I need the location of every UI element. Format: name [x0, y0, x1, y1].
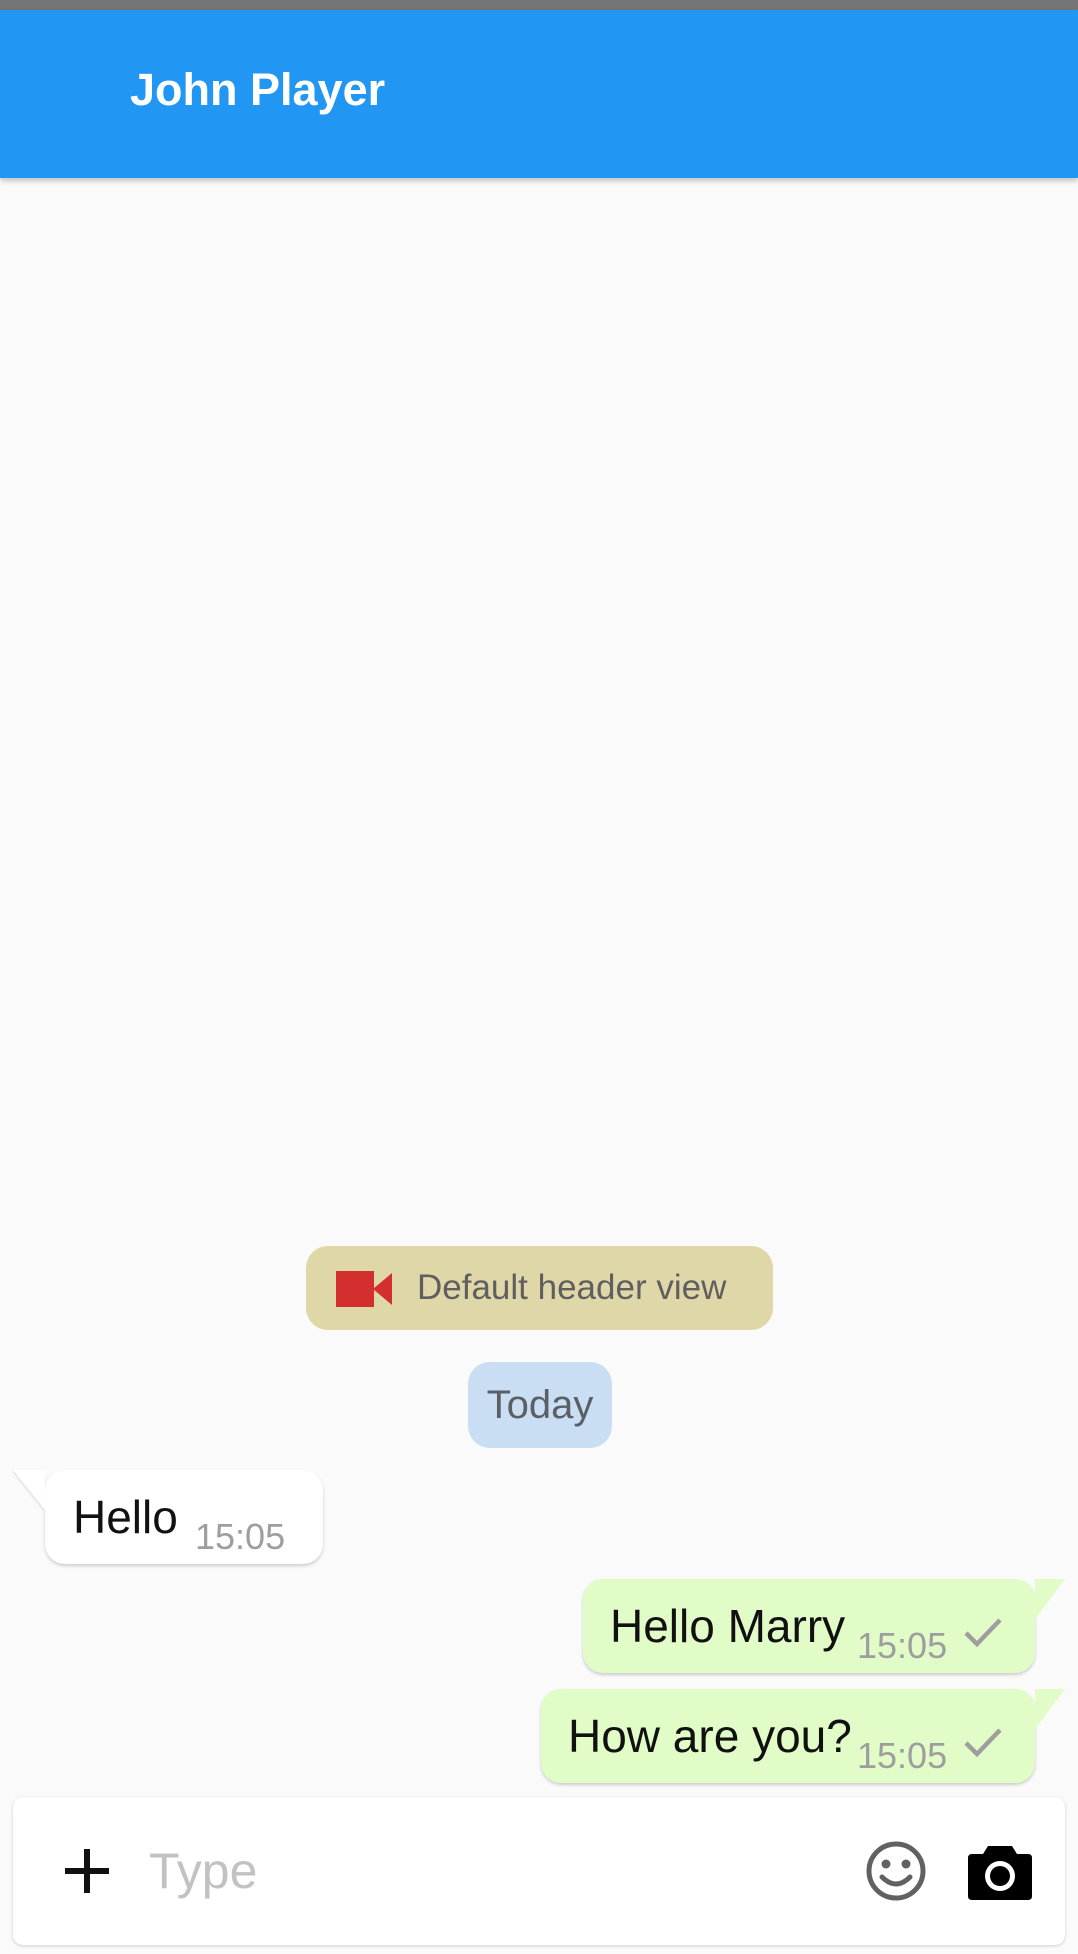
check-icon — [964, 1728, 1002, 1757]
incoming-message[interactable]: Hello 15:05 — [13, 1470, 323, 1564]
check-icon — [964, 1618, 1002, 1647]
message-text: Hello Marry — [610, 1600, 846, 1652]
message-text: How are you? — [568, 1710, 852, 1762]
message-time: 15:05 — [195, 1516, 286, 1557]
bubble-tail — [1035, 1689, 1065, 1729]
header-view-label: Default header view — [417, 1268, 727, 1307]
camera-icon[interactable] — [968, 1840, 1032, 1902]
outgoing-message[interactable]: Hello Marry 15:05 — [583, 1579, 1065, 1673]
message-time: 15:05 — [857, 1735, 948, 1776]
message-composer — [13, 1797, 1065, 1945]
message-time: 15:05 — [857, 1625, 948, 1666]
video-camera-icon — [336, 1271, 392, 1307]
message-text: Hello — [73, 1491, 178, 1543]
plus-icon[interactable] — [59, 1843, 115, 1899]
chat-title: John Player — [130, 64, 386, 115]
smiley-icon[interactable] — [865, 1840, 927, 1902]
bubble-tail — [1035, 1579, 1065, 1619]
message-input[interactable] — [149, 1831, 749, 1911]
outgoing-message[interactable]: How are you? 15:05 — [541, 1689, 1065, 1783]
status-bar — [0, 0, 1078, 10]
date-divider: Today — [468, 1362, 612, 1448]
bubble-tail — [13, 1470, 45, 1510]
default-header-view: Default header view — [306, 1246, 773, 1330]
app-bar: John Player — [0, 10, 1078, 178]
